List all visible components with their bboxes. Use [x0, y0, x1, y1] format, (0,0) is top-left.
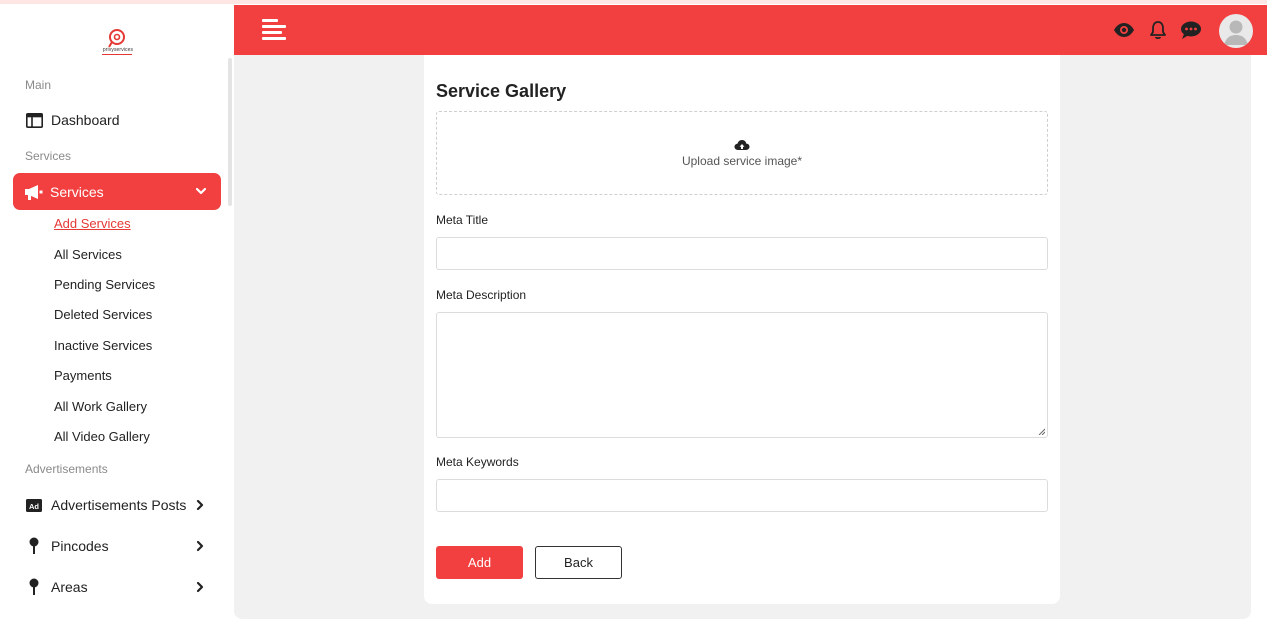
- sidebar-item-areas[interactable]: Areas: [25, 575, 88, 599]
- sidebar-item-label: Services: [50, 183, 104, 200]
- upload-label: Upload service image*: [681, 153, 803, 168]
- sidebar-subitem-all-work-gallery[interactable]: All Work Gallery: [54, 399, 147, 414]
- logo-underline: [102, 54, 132, 55]
- add-button[interactable]: Add: [436, 546, 523, 579]
- top-header: [234, 5, 1267, 55]
- service-gallery-form: Service Gallery Upload service image* Me…: [424, 55, 1060, 604]
- sidebar-subitem-deleted-services[interactable]: Deleted Services: [54, 307, 152, 322]
- sidebar-item-dashboard[interactable]: Dashboard: [25, 108, 120, 132]
- sidebar-item-advertisements-posts[interactable]: Ad Advertisements Posts: [25, 493, 186, 517]
- meta-keywords-input[interactable]: [436, 479, 1048, 512]
- map-pin-icon: [25, 537, 43, 555]
- chevron-right-icon[interactable]: [194, 499, 206, 511]
- dashboard-icon: [25, 111, 43, 129]
- upload-dropzone[interactable]: Upload service image*: [436, 111, 1048, 195]
- eye-icon[interactable]: [1113, 19, 1135, 41]
- user-avatar[interactable]: [1219, 14, 1253, 48]
- sidebar-subitem-inactive-services[interactable]: Inactive Services: [54, 338, 152, 353]
- bell-icon[interactable]: [1147, 19, 1169, 41]
- sidebar-subitem-payments[interactable]: Payments: [54, 368, 112, 383]
- meta-title-input[interactable]: [436, 237, 1048, 270]
- meta-keywords-label: Meta Keywords: [436, 455, 519, 469]
- sidebar-scrollbar[interactable]: [228, 58, 232, 206]
- logo-text: privyservices: [102, 47, 134, 53]
- sidebar-subitem-all-services[interactable]: All Services: [54, 247, 122, 262]
- sidebar-subitem-all-video-gallery[interactable]: All Video Gallery: [54, 429, 150, 444]
- section-label-services: Services: [25, 149, 72, 163]
- sidebar-item-label: Dashboard: [51, 112, 120, 128]
- cloud-upload-icon: [734, 139, 750, 150]
- section-label-advertisements: Advertisements: [25, 462, 108, 476]
- page-title: Service Gallery: [436, 81, 567, 101]
- brand-logo[interactable]: privyservices: [98, 28, 138, 58]
- sidebar-subitem-add-services[interactable]: Add Services: [54, 216, 131, 231]
- menu-toggle-icon[interactable]: [262, 18, 286, 40]
- section-label-main: Main: [25, 78, 52, 92]
- sidebar-item-label: Areas: [51, 579, 88, 595]
- megaphone-icon: [24, 183, 44, 201]
- resize-grip-icon[interactable]: [1038, 428, 1045, 435]
- sidebar-item-label: Advertisements Posts: [51, 497, 187, 513]
- chevron-right-icon[interactable]: [194, 581, 206, 593]
- sidebar-item-pincodes[interactable]: Pincodes: [25, 534, 109, 558]
- chat-icon[interactable]: [1180, 19, 1202, 41]
- map-pin-icon: [25, 578, 43, 596]
- logo-mark-icon: [108, 29, 125, 48]
- chevron-right-icon[interactable]: [194, 540, 206, 552]
- meta-description-textarea[interactable]: [436, 312, 1048, 438]
- sidebar-subitem-pending-services[interactable]: Pending Services: [54, 277, 155, 292]
- sidebar-item-services[interactable]: Services: [13, 173, 221, 210]
- chevron-down-icon: [195, 187, 207, 195]
- meta-description-label: Meta Description: [436, 288, 527, 302]
- back-button[interactable]: Back: [535, 546, 622, 579]
- meta-title-label: Meta Title: [436, 213, 489, 227]
- sidebar-item-label: Pincodes: [51, 538, 109, 554]
- svg-text:Ad: Ad: [29, 501, 39, 510]
- ad-icon: Ad: [25, 496, 43, 514]
